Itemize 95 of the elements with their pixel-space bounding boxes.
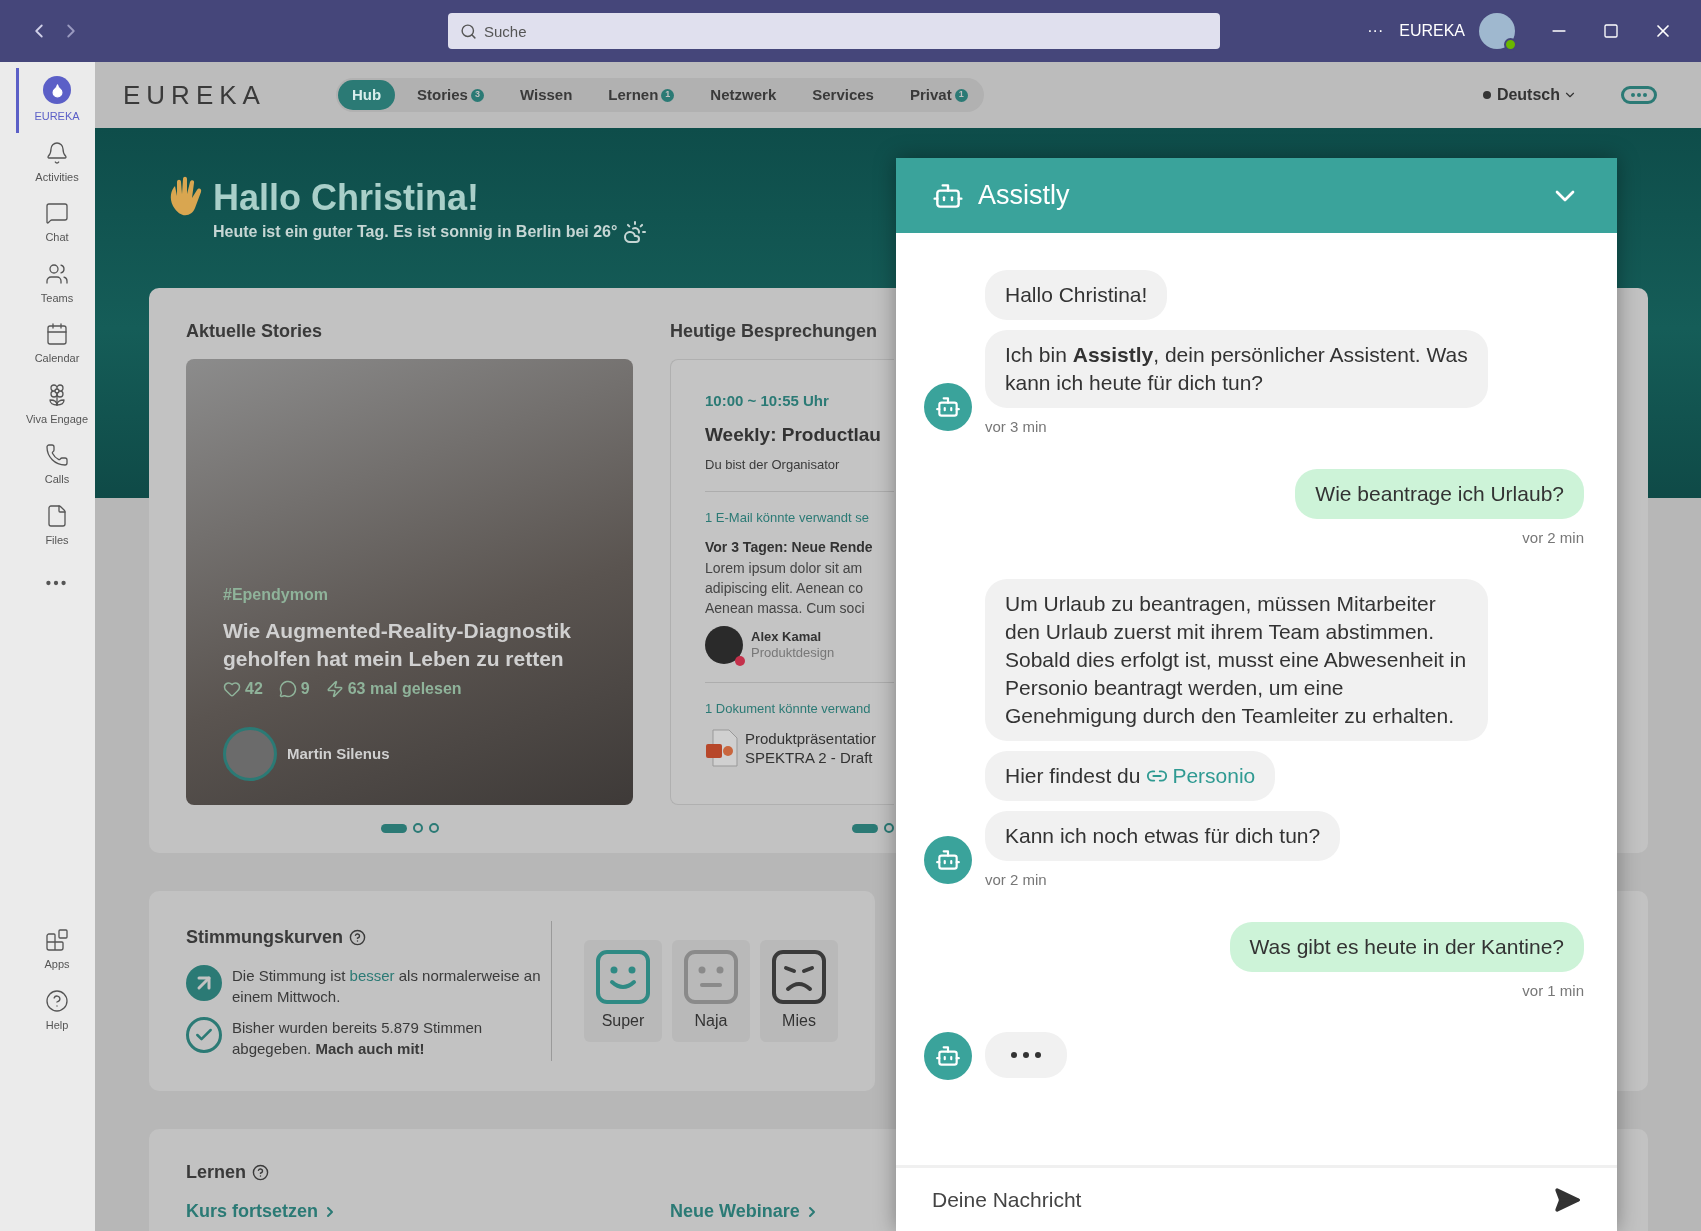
section-title: Aktuelle Stories: [186, 320, 324, 343]
logo: EUREKA: [123, 78, 266, 112]
language-select[interactable]: Deutsch: [1496, 83, 1577, 107]
count-badge: 1: [954, 88, 968, 102]
comment-icon[interactable]: [278, 680, 297, 698]
rail-item[interactable]: Calls: [16, 435, 95, 496]
email-subject: Vor 3 Tagen: Neue Rende: [705, 538, 874, 557]
message-time: vor 2 min: [1522, 527, 1584, 548]
droplet-icon: [43, 76, 71, 104]
message-input[interactable]: Deine Nachricht: [896, 1168, 1553, 1231]
send-icon[interactable]: [1553, 1185, 1581, 1214]
bell-icon: [45, 140, 69, 165]
count-badge: 1: [661, 88, 675, 102]
neutral-face-icon: [683, 949, 739, 1005]
search-icon: [460, 23, 477, 40]
section-title: Heutige Besprechungen: [670, 320, 879, 343]
help-icon[interactable]: [252, 1164, 269, 1181]
comment-count: 9: [300, 679, 310, 699]
file-icon: [45, 503, 69, 528]
person-name: Alex Kamal: [751, 629, 823, 645]
email-preview: Lorem ipsum dolor sit am adipiscing elit. Aenean co Aenean massa. Cum soci: [705, 559, 866, 618]
story-card[interactable]: #Ependymom Wie Augmented-Reality-Diagnostik geholfen hat mein Leben zu retten 42 9 63 mal gelesen Martin Silenus: [186, 359, 633, 805]
nav-tab[interactable]: Hub: [337, 80, 396, 110]
apps-icon: [45, 928, 69, 952]
phone-icon: [45, 443, 69, 467]
nav-tab[interactable]: Netzwerk: [696, 80, 791, 110]
rail-item[interactable]: Calendar: [16, 314, 95, 375]
message-bubble: Kann ich noch etwas für dich tun?: [985, 811, 1341, 861]
mood-trend-text: Die Stimmung ist besser als normalerweise an einem Mittwoch.: [232, 965, 541, 1007]
cloud-sun-icon: [623, 220, 648, 244]
frowning-face-icon: [771, 949, 827, 1005]
nav-tab[interactable]: Services: [798, 80, 888, 110]
message-time: vor 3 min: [985, 417, 1047, 437]
nav-tab[interactable]: Wissen: [505, 80, 587, 110]
meeting-card[interactable]: [670, 359, 894, 805]
nav-tab[interactable]: Lernen 1: [594, 80, 689, 110]
weather-text: Heute ist ein guter Tag. Es ist sonnig in Berlin bei 26°: [213, 222, 618, 242]
message-bubble: Hallo Christina!: [985, 270, 1168, 320]
bot-avatar: [924, 1032, 972, 1080]
read-count: 63 mal gelesen: [347, 679, 462, 699]
rail-item[interactable]: Activities: [16, 132, 95, 193]
greeting: Hallo Christina!: [213, 176, 481, 220]
mood-option[interactable]: Naja: [672, 940, 750, 1042]
mood-option[interactable]: Super: [584, 940, 662, 1042]
person-role: Produktdesign: [751, 645, 835, 661]
user-avatar[interactable]: [1479, 13, 1515, 49]
bot-avatar: [924, 382, 972, 431]
message-time: vor 1 min: [1522, 980, 1584, 1001]
message-bubble: Ich bin Assistly, dein persönlicher Assistent. Was kann ich heute für dich tun?: [985, 330, 1488, 408]
trend-up-icon: [186, 964, 222, 1001]
presentation-file-icon: [705, 728, 739, 767]
chat-icon: [45, 201, 69, 225]
nav-tab[interactable]: Privat 1: [895, 80, 982, 110]
heart-icon[interactable]: [223, 680, 241, 698]
rail-item[interactable]: Help: [16, 980, 95, 1041]
meeting-title: Weekly: Productlau: [705, 422, 882, 447]
like-count: 42: [245, 679, 263, 699]
rail-item[interactable]: Chat: [16, 193, 95, 254]
message-time: vor 2 min: [985, 870, 1047, 890]
org-name: EUREKA: [1399, 21, 1465, 41]
message-bubble: Was gibt es heute in der Kantine?: [1229, 921, 1584, 972]
rail-item[interactable]: Viva Engage: [16, 374, 95, 435]
meeting-time: 10:00 ~ 10:55 Uhr: [705, 391, 830, 411]
rail-item[interactable]: Files: [16, 495, 95, 556]
chatbot-toggle-icon[interactable]: [1621, 86, 1657, 104]
search-field[interactable]: Suche: [448, 13, 1220, 49]
calendar-icon: [45, 322, 69, 346]
vote-count-text: Bisher wurden bereits 5.879 Stimmen abgegeben. Mach auch mit!: [232, 1017, 484, 1059]
more-button[interactable]: ···: [1367, 19, 1384, 43]
chat-title: Assistly: [978, 179, 1070, 213]
smiling-face-icon: [595, 949, 651, 1005]
help-icon: [45, 988, 69, 1013]
author-name: Martin Silenus: [287, 743, 390, 764]
nav-tab[interactable]: Stories 3: [403, 80, 498, 110]
busy-status-icon: [735, 656, 745, 666]
message-text: Hier findest du: [1005, 763, 1141, 789]
count-badge: 3: [470, 88, 484, 102]
meeting-role: Du bist der Organisator: [705, 456, 841, 474]
people-icon: [45, 261, 69, 286]
online-status-icon: [1504, 38, 1517, 51]
maximize-icon[interactable]: [1603, 23, 1619, 39]
section-title: Stimmungskurven: [186, 925, 344, 949]
author-avatar: [223, 727, 277, 781]
rail-item[interactable]: Teams: [16, 253, 95, 314]
bot-avatar: [924, 835, 972, 884]
story-title: Wie Augmented-Reality-Diagnostik geholfen hat mein Leben zu retten: [223, 618, 572, 672]
lightning-icon: [325, 680, 344, 698]
document-name[interactable]: Produktpräsentatior SPEKTRA 2 - Draft: [745, 728, 876, 767]
section-title: Lernen: [186, 1161, 246, 1184]
help-icon[interactable]: [349, 928, 367, 946]
rail-item[interactable]: Apps: [16, 920, 95, 981]
story-tag: #Ependymom: [223, 583, 596, 607]
mood-option[interactable]: Mies: [760, 940, 838, 1042]
message-bubble: Wie beantrage ich Urlaub?: [1295, 468, 1584, 519]
message-bubble: Um Urlaub zu beantragen, müssen Mitarbeiter den Urlaub zuerst mit ihrem Team abstimmen. Sobald dies erfolgt ist, musst eine Abwesenheit in Personio beantragt werden, um eine Genehmigung durch den Teamleiter zu erhalten.: [985, 579, 1488, 741]
